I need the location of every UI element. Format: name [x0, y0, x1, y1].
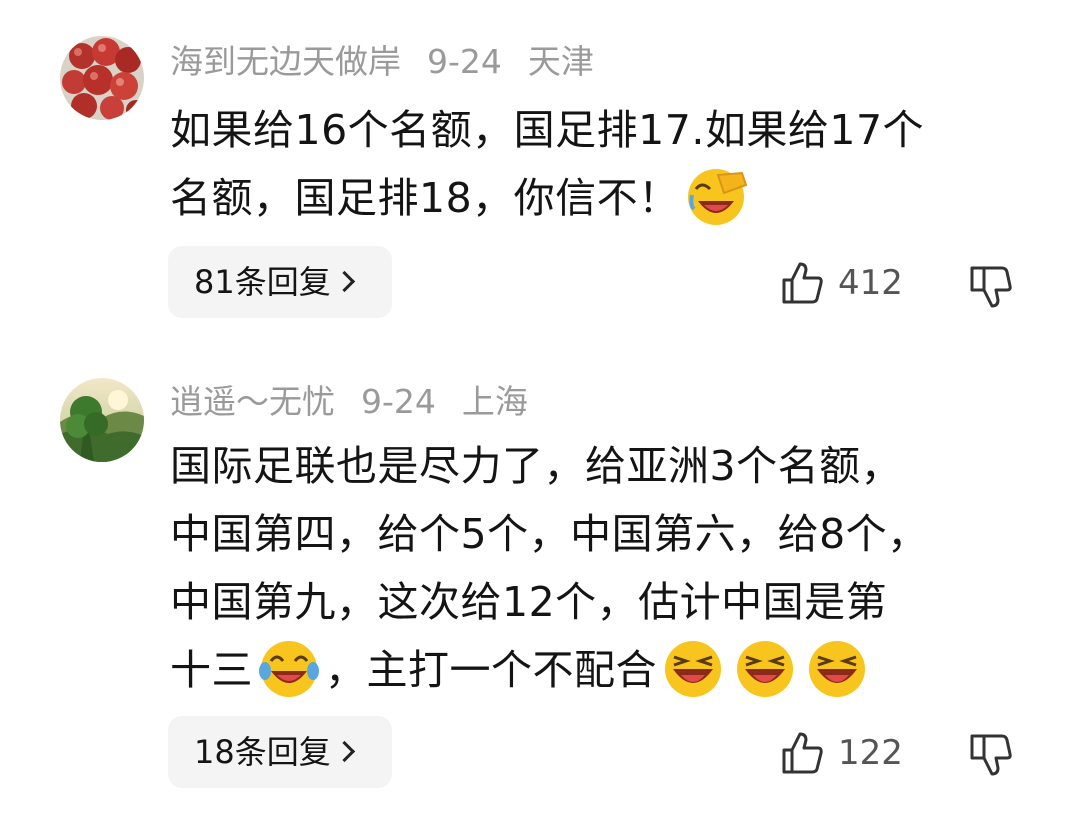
- comment-line-text: ，主打一个不配合: [325, 646, 657, 694]
- author-name[interactable]: 逍遥～无忧: [170, 382, 335, 421]
- comment-text: 国际足联也是尽力了，给亚洲3个名额， 中国第四，给个5个，中国第六，给8个， 中…: [170, 432, 1030, 705]
- chevron-right-icon: [333, 740, 355, 763]
- comment-line-text: 名额，国足排18，你信不！: [170, 174, 680, 222]
- like-button[interactable]: 122: [780, 723, 903, 783]
- view-replies-button[interactable]: 18条回复: [168, 716, 392, 788]
- comment-line: 如果给16个名额，国足排17.如果给17个: [170, 106, 925, 154]
- facepalm-laugh-emoji: [687, 169, 747, 225]
- comment-date: 9-24: [361, 382, 436, 421]
- view-replies-button[interactable]: 81条回复: [168, 246, 392, 318]
- like-button[interactable]: 412: [780, 253, 903, 313]
- grin-emoji: [665, 641, 721, 697]
- thumbs-up-icon: [782, 732, 823, 774]
- thumbs-up-icon: [782, 262, 823, 304]
- grin-emoji: [809, 641, 865, 697]
- comment-line: 国际足联也是尽力了，给亚洲3个名额，: [170, 442, 903, 490]
- replies-label: 81条回复: [194, 263, 331, 301]
- comment-location: 天津: [527, 42, 594, 81]
- tears-of-joy-emoji: [259, 641, 319, 697]
- thumbs-down-icon: [970, 266, 1012, 308]
- comment-line: 中国第九，这次给12个，估计中国是第: [170, 578, 888, 626]
- replies-label: 18条回复: [194, 733, 331, 771]
- dislike-button[interactable]: [966, 262, 1014, 310]
- comment-text: 如果给16个名额，国足排17.如果给17个 名额，国足排18，你信不！: [170, 96, 1030, 233]
- comment-date: 9-24: [427, 42, 502, 81]
- comment-meta: 逍遥～无忧 9-24 上海: [170, 382, 554, 422]
- comment-meta: 海到无边天做岸 9-24 天津: [170, 42, 620, 82]
- dislike-button[interactable]: [966, 730, 1014, 778]
- like-count: 122: [838, 733, 903, 773]
- chevron-right-icon: [333, 270, 355, 293]
- avatar[interactable]: [60, 36, 144, 120]
- avatar[interactable]: [60, 378, 144, 462]
- comment-line: 十三 ，主打一个不配合: [170, 636, 1030, 705]
- like-count: 412: [838, 263, 903, 303]
- thumbs-down-icon: [970, 734, 1012, 776]
- comment-line: 中国第四，给个5个，中国第六，给8个，: [170, 510, 929, 558]
- author-name[interactable]: 海到无边天做岸: [170, 42, 401, 81]
- apple-avatar-image: [60, 36, 144, 120]
- comment-location: 上海: [461, 382, 528, 421]
- comment-line-text: 十三: [170, 646, 253, 694]
- grin-emoji: [737, 641, 793, 697]
- comment-line: 名额，国足排18，你信不！: [170, 164, 1030, 233]
- landscape-avatar-image: [60, 378, 144, 462]
